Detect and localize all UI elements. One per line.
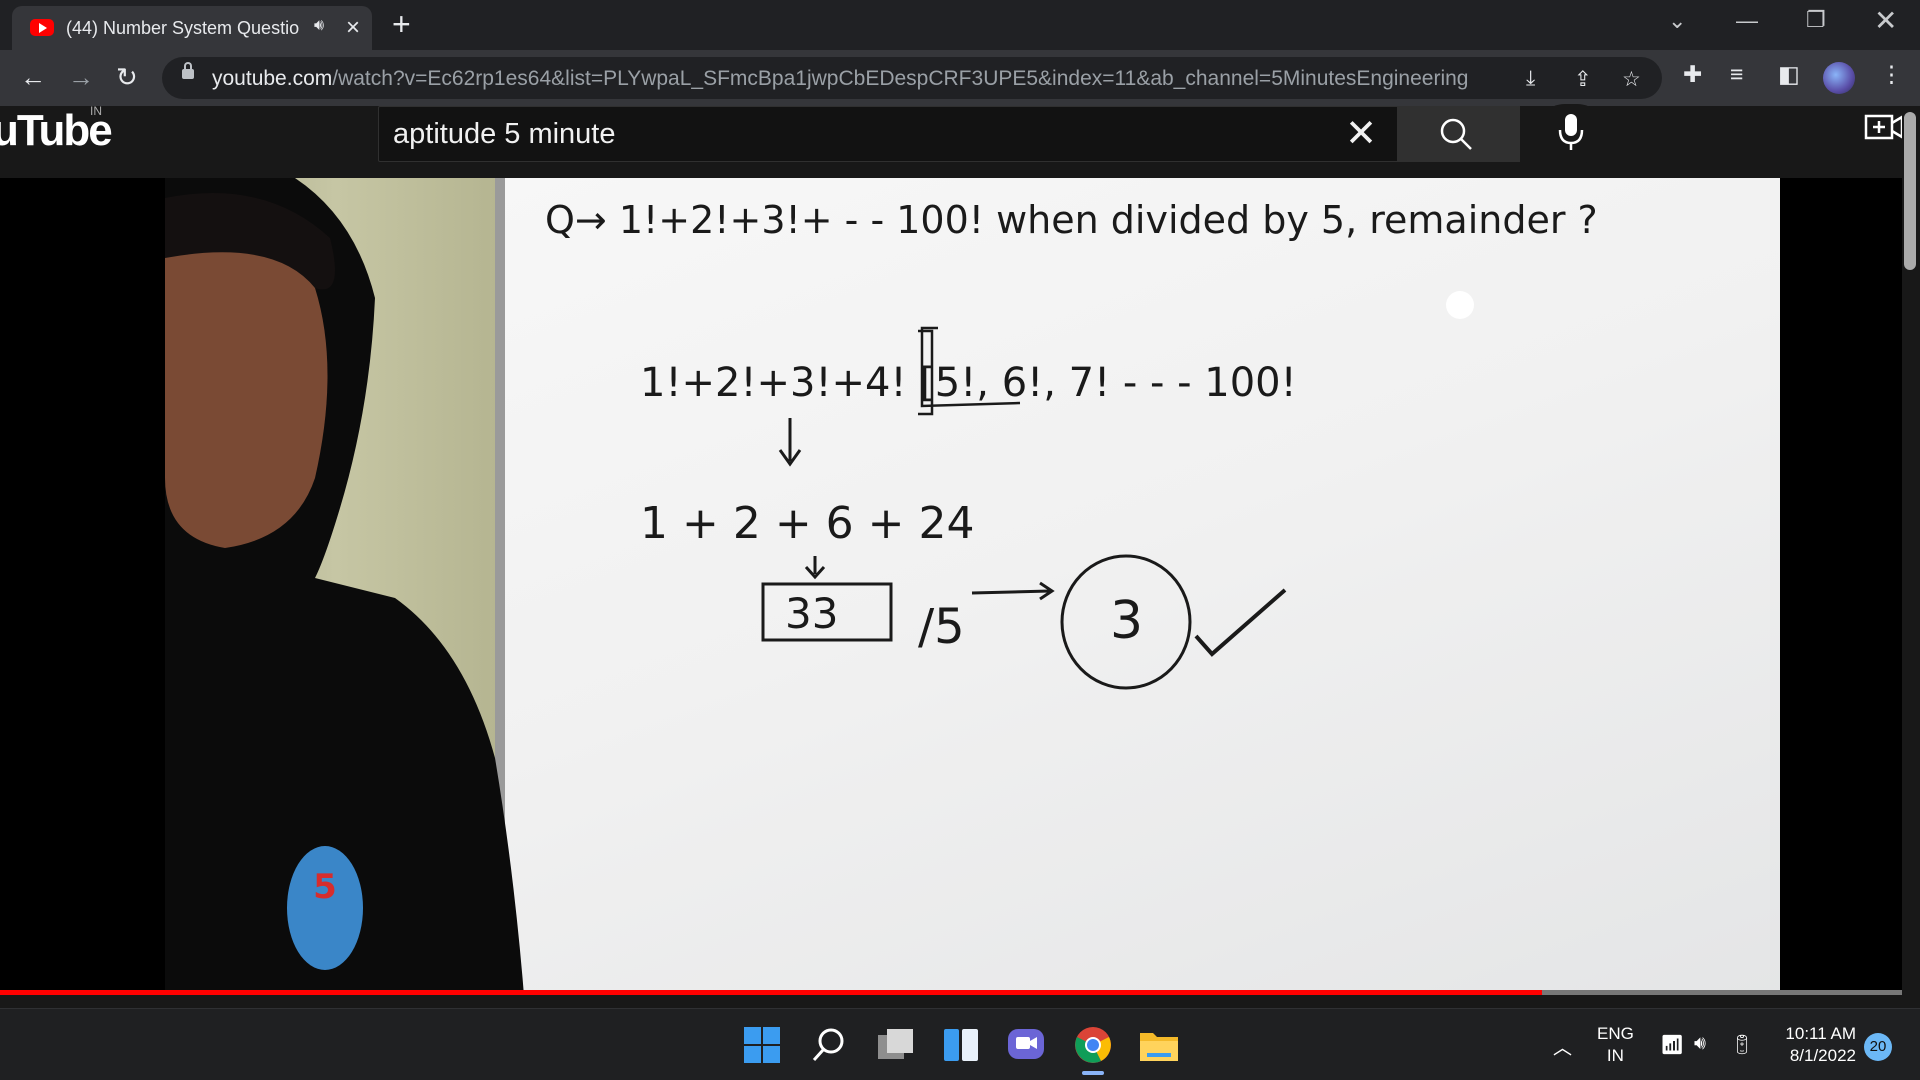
reload-icon[interactable]: ↻: [116, 62, 138, 93]
new-tab-button[interactable]: +: [392, 6, 411, 43]
share-icon[interactable]: ⇪: [1574, 67, 1592, 92]
speaker-icon[interactable]: 🔊︎: [314, 17, 324, 35]
taskbar: ︿ ENG IN 📶︎ 🔊︎ 🔋︎ 10:11 AM 8/1/2022 20: [0, 1008, 1920, 1080]
browser-tab[interactable]: (44) Number System Questio 🔊︎ ×: [12, 6, 372, 50]
windows-start-icon[interactable]: [740, 1023, 784, 1067]
answer: 3: [1110, 591, 1143, 651]
search-query: aptitude 5 minute: [393, 118, 616, 150]
tab-title: (44) Number System Questio: [66, 18, 300, 38]
media-control-icon[interactable]: ≡: [1730, 61, 1743, 88]
install-icon[interactable]: ⤓: [1526, 67, 1535, 91]
factorial-sum-line: 1!+2!+3!+4! [5!, 6!, 7! - - - 100!: [640, 360, 1297, 406]
boxed-sum: 33: [785, 589, 838, 638]
search-input[interactable]: aptitude 5 minute ✕: [378, 106, 1398, 162]
extensions-icon[interactable]: ✚: [1683, 61, 1702, 88]
widgets-icon[interactable]: [939, 1023, 983, 1067]
microphone-icon: [1558, 114, 1584, 150]
battery-icon[interactable]: 🔋︎: [1730, 1033, 1754, 1057]
minimize-icon[interactable]: —: [1736, 8, 1758, 34]
address-bar[interactable]: youtube.com/watch?v=Ec62rp1es64&list=PLY…: [162, 57, 1662, 99]
video-player[interactable]: 5 Q→ 1!+2!+3!+ - - 100! when divided by …: [0, 178, 1902, 1008]
notification-badge[interactable]: 20: [1864, 1033, 1892, 1061]
question-text: Q→ 1!+2!+3!+ - - 100! when divided by 5,…: [545, 198, 1598, 242]
back-icon[interactable]: ←: [20, 62, 46, 93]
menu-kebab-icon[interactable]: ⋮: [1880, 61, 1903, 88]
profile-avatar[interactable]: [1823, 62, 1855, 94]
video-progress-played: [0, 990, 1542, 995]
values-sum-line: 1 + 2 + 6 + 24: [640, 498, 975, 549]
voice-search-button[interactable]: [1535, 104, 1607, 164]
divisor: /5: [918, 599, 965, 655]
input-language[interactable]: ENG IN: [1597, 1023, 1634, 1067]
task-view-icon[interactable]: [873, 1023, 917, 1067]
teams-chat-icon[interactable]: [1004, 1023, 1048, 1067]
whiteboard-writing: Q→ 1!+2!+3!+ - - 100! when divided by 5,…: [545, 198, 1598, 690]
forward-icon[interactable]: →: [68, 62, 94, 93]
search-icon: [1440, 118, 1472, 150]
chrome-icon[interactable]: [1071, 1023, 1115, 1067]
video-bottom-area: [0, 995, 1902, 1008]
url-text: youtube.com/watch?v=Ec62rp1es64&list=PLY…: [212, 67, 1469, 90]
close-window-icon[interactable]: ✕: [1874, 4, 1897, 37]
volume-icon[interactable]: 🔊︎: [1694, 1033, 1706, 1055]
bookmark-star-icon[interactable]: ☆: [1622, 67, 1641, 92]
close-tab-icon[interactable]: ×: [346, 14, 360, 42]
browser-toolbar: ← → ↻ youtube.com/watch?v=Ec62rp1es64&li…: [0, 50, 1920, 106]
scrollbar-thumb[interactable]: [1904, 112, 1916, 270]
youtube-favicon-icon: [30, 19, 54, 36]
clear-search-icon[interactable]: ✕: [1345, 111, 1377, 156]
youtube-header: uTube IN aptitude 5 minute ✕: [0, 104, 1920, 178]
show-hidden-icons-chevron-icon[interactable]: ︿: [1553, 1033, 1572, 1060]
search-button[interactable]: [1398, 106, 1520, 162]
restore-icon[interactable]: ❐: [1806, 7, 1826, 33]
tab-strip: (44) Number System Questio 🔊︎ × + ⌄ — ❐ …: [0, 0, 1920, 50]
lock-icon[interactable]: [182, 62, 194, 79]
active-app-indicator: [1082, 1071, 1104, 1075]
search-icon[interactable]: [807, 1023, 851, 1067]
side-panel-icon[interactable]: ◧: [1778, 61, 1800, 88]
country-code: IN: [90, 104, 102, 118]
tab-search-chevron-icon[interactable]: ⌄: [1668, 8, 1686, 34]
clock[interactable]: 10:11 AM 8/1/2022: [1780, 1023, 1856, 1067]
create-video-icon[interactable]: [1864, 112, 1904, 146]
file-explorer-icon[interactable]: [1137, 1023, 1181, 1067]
wifi-icon[interactable]: 📶︎: [1660, 1033, 1684, 1057]
